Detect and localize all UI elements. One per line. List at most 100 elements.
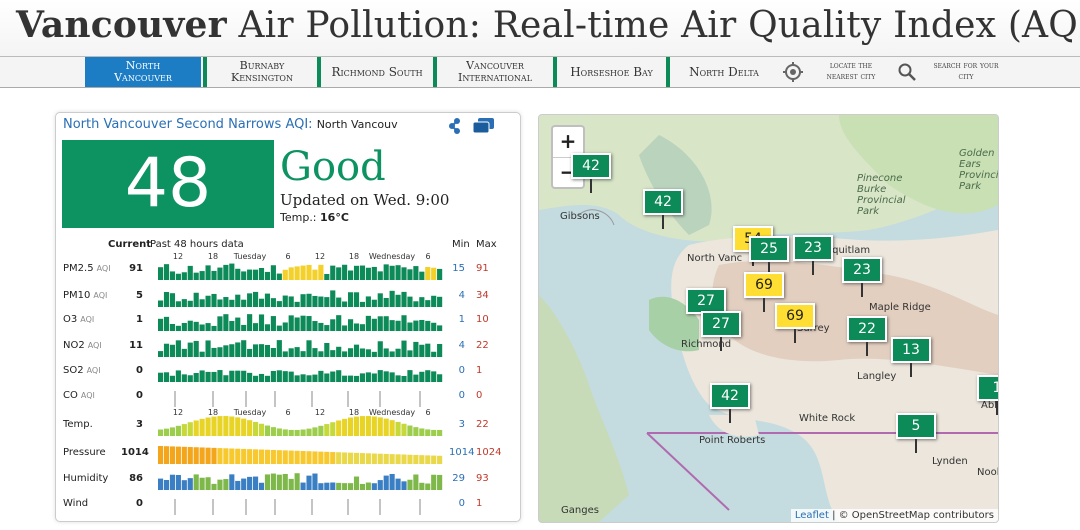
sparkline-bar xyxy=(425,483,431,490)
sparkline-bar xyxy=(187,300,193,307)
share-icon[interactable] xyxy=(448,117,462,135)
sparkline-bar xyxy=(235,370,241,382)
aqi-map-marker[interactable]: 42 xyxy=(643,189,683,229)
sparkline-bar xyxy=(282,450,288,464)
sparkline-bar xyxy=(199,370,205,382)
sparkline-bar xyxy=(431,455,437,464)
sparkline-bar xyxy=(258,482,265,490)
sparkline-bar xyxy=(199,299,205,307)
sparkline-bar xyxy=(353,452,360,464)
sparkline-bar xyxy=(229,416,235,436)
sparkline-bar xyxy=(235,317,241,331)
tab-north-delta[interactable]: North Delta xyxy=(666,57,778,87)
sparkline-9[interactable] xyxy=(158,495,443,515)
sparkline-6[interactable] xyxy=(158,416,443,436)
sparkline-bar xyxy=(205,295,211,307)
sparkline-bar xyxy=(223,479,229,490)
station-heading: North Vancouver Second Narrows AQI: Nort… xyxy=(63,117,398,132)
sparkline-bar xyxy=(401,423,407,436)
sparkline-bar xyxy=(253,291,259,307)
row-min-9: 0 xyxy=(458,498,465,509)
row-label-5: CO AQI xyxy=(63,390,95,401)
sparkline-bar xyxy=(276,325,282,331)
sparkline-bar xyxy=(181,446,187,464)
sparkline-3[interactable] xyxy=(158,337,443,357)
sparkline-bar xyxy=(276,450,282,464)
tab-north-vancouver[interactable]: North Vancouver xyxy=(85,57,201,87)
sparkline-bar xyxy=(205,447,211,464)
locate-nearest-city-button[interactable]: locate the nearest city xyxy=(782,57,892,87)
sparkline-bar xyxy=(395,375,401,382)
min-header: Min xyxy=(452,239,470,250)
sparkline-bar xyxy=(419,271,425,280)
search-city-button[interactable]: search for your city xyxy=(897,57,1007,87)
station-name[interactable]: North Vancouver Second Narrows xyxy=(63,117,281,132)
aqi-map[interactable]: + − Gibsons North Vanc Coquitlam Maple Ridg… xyxy=(538,114,999,523)
sparkline-2[interactable] xyxy=(158,311,443,331)
sparkline-7[interactable] xyxy=(158,444,443,464)
aqi-map-marker[interactable]: 22 xyxy=(847,316,887,356)
sparkline-1[interactable] xyxy=(158,287,443,307)
leaflet-link[interactable]: Leaflet xyxy=(795,510,829,521)
sparkline-bar xyxy=(270,298,276,307)
sparkline-bar xyxy=(300,294,306,307)
sparkline-bar xyxy=(229,263,235,280)
sparkline-bar xyxy=(359,373,366,382)
sparkline-8[interactable] xyxy=(158,470,443,490)
sparkline-bar xyxy=(312,451,318,464)
row-min-0: 15 xyxy=(452,263,465,274)
sparkline-bar xyxy=(348,348,354,357)
aqi-map-marker[interactable]: 42 xyxy=(710,383,750,423)
sparkline-bar xyxy=(241,370,247,382)
aqi-map-marker[interactable]: 23 xyxy=(793,235,833,275)
aqi-map-marker[interactable]: 69 xyxy=(775,303,815,343)
aqi-map-marker[interactable]: 42 xyxy=(571,153,611,193)
sparkline-bar xyxy=(253,375,259,382)
tab-richmond-south[interactable]: Richmond South xyxy=(317,57,433,87)
aqi-map-marker[interactable]: 5 xyxy=(896,413,936,453)
row-current-5: 0 xyxy=(136,390,143,401)
aqi-map-marker[interactable]: 13 xyxy=(891,337,931,377)
tab-vancouver-international[interactable]: Vancouver International xyxy=(433,57,553,87)
sparkline-bar xyxy=(365,372,371,382)
sparkline-5[interactable] xyxy=(158,387,443,407)
map-place-label: Nook xyxy=(977,467,998,478)
tab-burnaby-kensington[interactable]: Burnaby Kensington xyxy=(203,57,317,87)
aqi-map-marker[interactable]: 69 xyxy=(744,272,784,312)
sparkline-bar xyxy=(401,315,407,331)
map-place-label: Point Roberts xyxy=(699,435,766,446)
sparkline-bar xyxy=(247,476,253,490)
sparkline-bar xyxy=(235,268,241,280)
sparkline-bar xyxy=(229,321,235,331)
aqi-map-marker[interactable]: 23 xyxy=(842,257,882,297)
sparkline-bar xyxy=(294,429,300,436)
sparkline-bar xyxy=(383,264,389,280)
sparkline-bar xyxy=(217,316,223,331)
sparkline-bar xyxy=(413,427,419,436)
aqi-map-marker[interactable]: 1 xyxy=(977,375,998,415)
sparkline-bar xyxy=(413,341,419,357)
sparkline-bar xyxy=(401,454,407,464)
sparkline-0[interactable] xyxy=(158,260,443,280)
aqi-map-marker[interactable]: 27 xyxy=(701,311,741,351)
aqi-map-marker[interactable]: 25 xyxy=(749,236,789,276)
sparkline-bar xyxy=(348,375,354,382)
osm-attribution[interactable]: © OpenStreetMap contributors xyxy=(839,510,994,521)
sparkline-bar xyxy=(247,372,253,382)
row-max-8: 93 xyxy=(476,473,489,484)
sparkline-bar xyxy=(353,323,360,331)
sparkline-bar xyxy=(193,340,199,357)
sparkline-bar xyxy=(437,374,443,382)
sparkline-bar xyxy=(264,474,271,490)
widget-icon[interactable] xyxy=(473,118,495,134)
sparkline-bar xyxy=(229,344,235,357)
sparkline-bar xyxy=(312,295,318,307)
sparkline-bar xyxy=(437,455,443,464)
sparkline-bar xyxy=(276,474,282,490)
tab-horseshoe-bay[interactable]: Horseshoe Bay xyxy=(553,57,666,87)
sparkline-bar xyxy=(383,453,389,464)
sparkline-bar xyxy=(169,375,176,382)
sparkline-4[interactable] xyxy=(158,362,443,382)
sparkline-bar xyxy=(383,475,389,490)
sparkline-bar xyxy=(306,340,312,357)
